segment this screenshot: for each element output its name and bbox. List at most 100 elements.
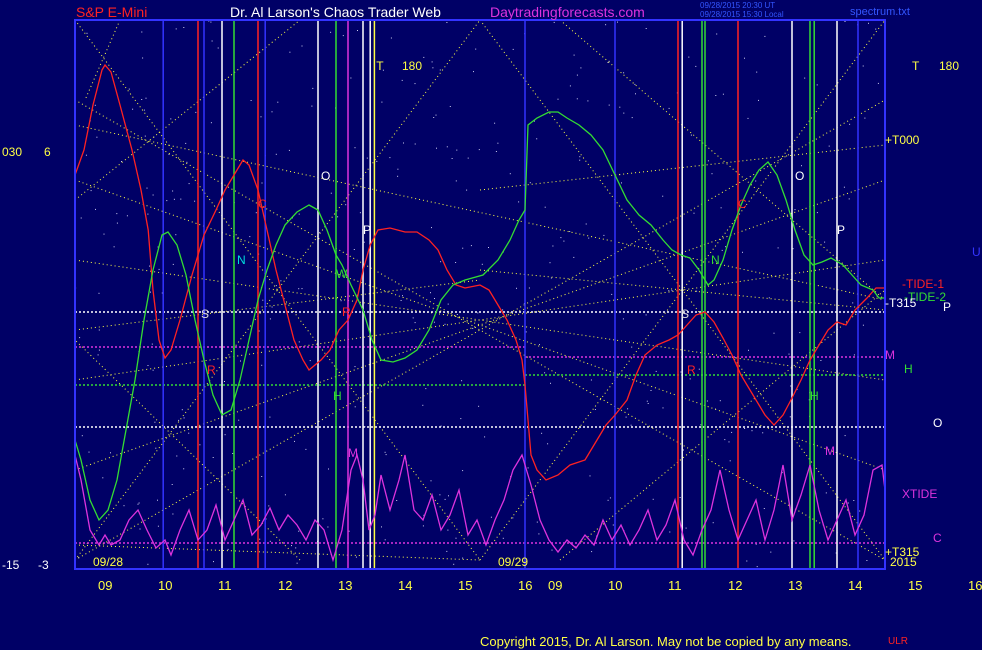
star-dot xyxy=(363,241,365,243)
star-dot xyxy=(328,468,329,470)
star-dot xyxy=(183,27,185,28)
star-dot xyxy=(693,212,695,214)
star-dot xyxy=(481,263,483,265)
star-dot xyxy=(527,467,529,469)
star-dot xyxy=(541,432,543,434)
star-dot xyxy=(655,370,657,372)
star-dot xyxy=(305,448,307,450)
star-dot xyxy=(268,505,270,507)
star-dot xyxy=(327,526,329,528)
star-dot xyxy=(298,341,300,343)
star-dot xyxy=(238,419,240,421)
star-dot xyxy=(456,314,458,315)
star-dot xyxy=(619,106,621,108)
star-dot xyxy=(579,159,581,161)
star-dot xyxy=(298,288,300,290)
star-dot xyxy=(350,77,352,79)
hour-tick-label: 09 xyxy=(548,578,562,593)
star-dot xyxy=(762,432,764,434)
star-dot xyxy=(224,434,226,436)
star-dot xyxy=(747,117,749,119)
star-dot xyxy=(181,409,183,411)
star-dot xyxy=(227,548,229,550)
timestamp-ut: 09/28/2015 20:30 UT xyxy=(700,1,776,10)
star-dot xyxy=(688,56,690,58)
left-scale-bottom-a: -15 xyxy=(2,558,20,572)
gann-line xyxy=(74,339,301,561)
star-dot xyxy=(455,262,457,263)
cycle-markers: T 180 T 180O OC CP PN NWS SRR RH HM M xyxy=(201,59,959,460)
star-dot xyxy=(477,312,479,314)
star-dot xyxy=(801,165,802,167)
right-series-labels: +T000-TIDE-1-TIDE-2-T315 PMHOXTIDEC+T315U xyxy=(885,133,981,559)
star-dot xyxy=(605,24,607,26)
star-dot xyxy=(569,85,571,87)
star-dot xyxy=(269,416,271,418)
star-dot xyxy=(414,83,416,85)
star-dot xyxy=(853,354,855,356)
x-axis-labels: 09 10 11 12 13 14 15 16 09 10 11 12 13 14 15 16 09/28 09/… xyxy=(93,555,982,593)
star-dot xyxy=(88,451,90,453)
hour-tick-label: 11 xyxy=(668,578,682,593)
star-dot xyxy=(157,525,159,527)
star-dot xyxy=(551,549,553,551)
star-dot xyxy=(875,28,877,30)
star-dot xyxy=(828,145,830,147)
star-dot xyxy=(224,381,225,382)
star-dot xyxy=(816,84,818,86)
star-dot xyxy=(484,436,486,438)
star-dot xyxy=(706,400,708,402)
star-dot xyxy=(652,498,654,500)
star-dot xyxy=(422,404,424,406)
star-dot xyxy=(844,435,846,437)
star-dot xyxy=(176,455,178,457)
chart: T 180 T 180O OC CP PN NWS SRR RH HM M 09 10 11 12 13 14 1… xyxy=(74,19,982,593)
star-field xyxy=(75,20,879,570)
star-dot xyxy=(518,201,520,203)
star-dot xyxy=(384,539,386,541)
star-dot xyxy=(768,297,770,299)
star-dot xyxy=(612,524,614,526)
star-dot xyxy=(451,158,453,159)
star-dot xyxy=(847,502,849,504)
star-dot xyxy=(330,31,332,33)
star-dot xyxy=(588,237,590,239)
star-dot xyxy=(298,213,300,215)
star-dot xyxy=(128,88,130,90)
star-dot xyxy=(544,206,546,208)
horizontal-levels xyxy=(75,311,885,544)
gann-line xyxy=(74,19,301,201)
star-dot xyxy=(715,95,717,96)
star-dot xyxy=(552,245,554,247)
star-dot xyxy=(460,418,462,420)
star-dot xyxy=(188,183,190,185)
cycle-marker: N xyxy=(711,253,720,267)
gann-diagonal-grid xyxy=(74,19,886,561)
star-dot xyxy=(478,405,480,407)
hour-tick-label: 10 xyxy=(158,578,172,593)
star-dot xyxy=(456,149,458,151)
star-dot xyxy=(547,443,549,445)
star-dot xyxy=(770,551,772,553)
star-dot xyxy=(354,366,356,368)
right-label: O xyxy=(933,416,942,430)
star-dot xyxy=(502,537,504,539)
star-dot xyxy=(172,263,174,265)
star-dot xyxy=(695,65,697,67)
star-dot xyxy=(448,495,449,497)
data-file-name: spectrum.txt xyxy=(850,6,910,18)
star-dot xyxy=(525,331,527,333)
star-dot xyxy=(384,451,386,453)
star-dot xyxy=(173,198,175,200)
star-dot xyxy=(449,106,451,107)
site-link[interactable]: Daytradingforecasts.com xyxy=(490,4,645,20)
author-title: Dr. Al Larson's Chaos Trader Web xyxy=(230,4,441,20)
star-dot xyxy=(789,416,791,418)
star-dot xyxy=(589,475,591,477)
star-dot xyxy=(744,428,746,429)
star-dot xyxy=(186,161,188,163)
star-dot xyxy=(430,292,431,294)
star-dot xyxy=(843,186,845,188)
star-dot xyxy=(777,247,779,249)
star-dot xyxy=(447,303,449,305)
